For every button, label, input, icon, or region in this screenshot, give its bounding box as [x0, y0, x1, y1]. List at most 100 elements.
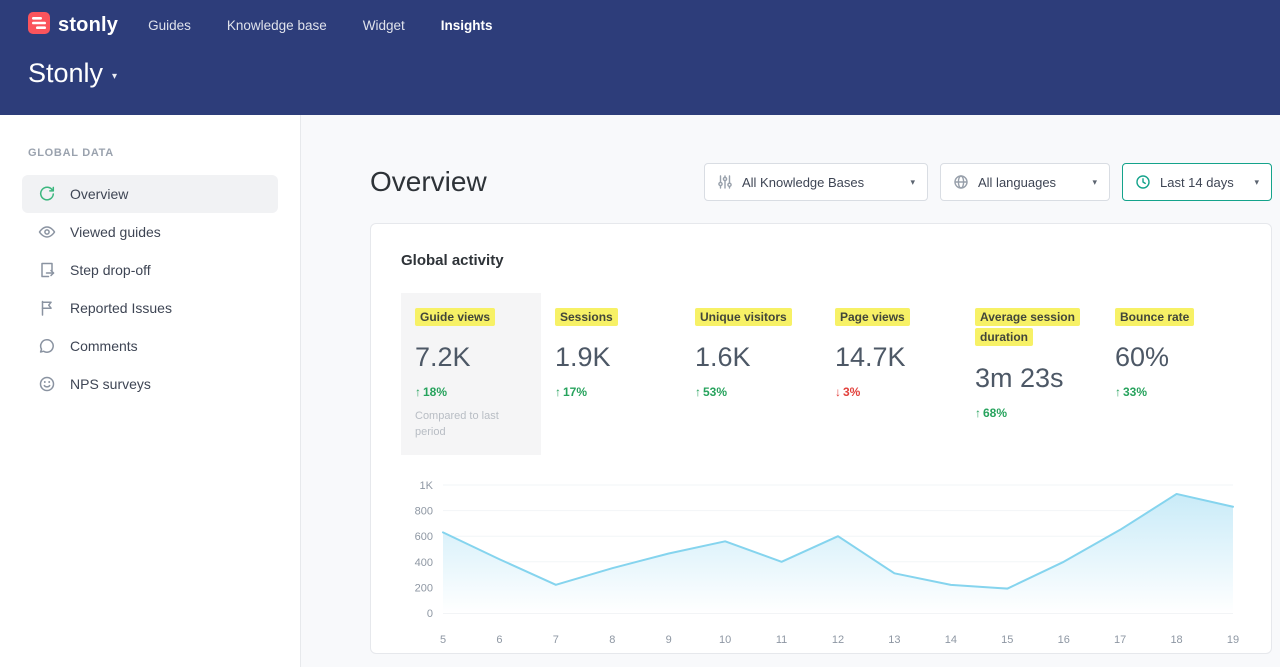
sliders-icon — [717, 174, 733, 190]
caret-down-icon: ▾ — [1092, 177, 1097, 188]
sidebar-section-label: GLOBAL DATA — [28, 147, 272, 159]
svg-text:17: 17 — [1114, 634, 1126, 646]
comment-icon — [38, 337, 56, 355]
trend-up-icon: ↑ — [975, 406, 981, 420]
svg-text:0: 0 — [427, 608, 433, 620]
svg-text:200: 200 — [415, 583, 433, 595]
sidebar-item-label: Comments — [70, 338, 138, 354]
nav-knowledge-base[interactable]: Knowledge base — [227, 18, 327, 33]
caret-down-icon: ▾ — [910, 177, 915, 188]
metric-change: ↑53% — [695, 385, 807, 399]
top-header: stonly Guides Knowledge base Widget Insi… — [0, 0, 1280, 115]
languages-dropdown-value: All languages — [978, 175, 1083, 190]
svg-text:5: 5 — [440, 634, 446, 646]
sidebar-item-nps-surveys[interactable]: NPS surveys — [22, 365, 278, 403]
svg-text:800: 800 — [415, 506, 433, 518]
activity-area-chart: 0 200 400 600 800 1K 5 6 7 8 9 10 11 12 13 14 15 16 17 18 19 — [401, 471, 1241, 661]
metric-sessions[interactable]: Sessions 1.9K ↑17% — [541, 293, 681, 455]
svg-text:16: 16 — [1058, 634, 1070, 646]
stonly-logo[interactable]: stonly — [28, 12, 118, 39]
nav-guides[interactable]: Guides — [148, 18, 191, 33]
sidebar-item-overview[interactable]: Overview — [22, 175, 278, 213]
sidebar-item-reported-issues[interactable]: Reported Issues — [22, 289, 278, 327]
metric-change: ↑33% — [1115, 385, 1227, 399]
metric-label: Bounce rate — [1115, 308, 1194, 326]
sidebar-item-comments[interactable]: Comments — [22, 327, 278, 365]
smiley-icon — [38, 375, 56, 393]
nav-insights[interactable]: Insights — [441, 18, 493, 33]
trend-up-icon: ↑ — [695, 385, 701, 399]
svg-text:8: 8 — [609, 634, 615, 646]
svg-text:14: 14 — [945, 634, 957, 646]
metric-value: 1.6K — [695, 342, 807, 373]
metric-value: 7.2K — [415, 342, 527, 373]
metric-bounce-rate[interactable]: Bounce rate 60% ↑33% — [1101, 293, 1241, 455]
svg-text:9: 9 — [666, 634, 672, 646]
metric-unique-visitors[interactable]: Unique visitors 1.6K ↑53% — [681, 293, 821, 455]
svg-text:6: 6 — [496, 634, 502, 646]
sidebar: GLOBAL DATA Overview Viewed guides — [0, 115, 301, 667]
metric-label: Unique visitors — [695, 308, 792, 326]
trend-up-icon: ↑ — [1115, 385, 1121, 399]
metric-label: Average session duration — [975, 308, 1080, 346]
trend-up-icon: ↑ — [555, 385, 561, 399]
svg-text:13: 13 — [888, 634, 900, 646]
svg-text:400: 400 — [415, 557, 433, 569]
sidebar-item-label: NPS surveys — [70, 376, 151, 392]
svg-text:11: 11 — [776, 634, 787, 646]
knowledge-bases-dropdown[interactable]: All Knowledge Bases ▾ — [704, 163, 928, 201]
metric-label: Guide views — [415, 308, 495, 326]
sidebar-item-viewed-guides[interactable]: Viewed guides — [22, 213, 278, 251]
knowledge-bases-dropdown-value: All Knowledge Bases — [742, 175, 901, 190]
metrics-row: Guide views 7.2K ↑18% Compared to last p… — [401, 293, 1241, 455]
main-content: Overview All Knowledge Bases ▾ — [301, 115, 1280, 667]
date-range-dropdown[interactable]: Last 14 days ▾ — [1122, 163, 1272, 201]
svg-text:12: 12 — [832, 634, 844, 646]
caret-down-icon: ▾ — [1254, 177, 1259, 188]
workspace-title: Stonly — [28, 58, 103, 89]
metric-change: ↓3% — [835, 385, 947, 399]
clock-icon — [1135, 174, 1151, 190]
sidebar-item-label: Reported Issues — [70, 300, 172, 316]
metric-page-views[interactable]: Page views 14.7K ↓3% — [821, 293, 961, 455]
svg-text:19: 19 — [1227, 634, 1239, 646]
sidebar-item-label: Step drop-off — [70, 262, 151, 278]
step-dropoff-icon — [38, 261, 56, 279]
metric-value: 1.9K — [555, 342, 667, 373]
nav-widget[interactable]: Widget — [363, 18, 405, 33]
globe-icon — [953, 174, 969, 190]
sidebar-item-label: Viewed guides — [70, 224, 161, 240]
logo-text: stonly — [58, 14, 118, 37]
card-title: Global activity — [401, 252, 1241, 269]
sidebar-item-step-drop-off[interactable]: Step drop-off — [22, 251, 278, 289]
svg-text:10: 10 — [719, 634, 731, 646]
activity-chart-container: 0 200 400 600 800 1K 5 6 7 8 9 10 11 12 13 14 15 16 17 18 19 — [401, 471, 1241, 666]
page-title: Overview — [370, 166, 487, 198]
metric-change: ↑18% — [415, 385, 527, 399]
workspace-caret-down-icon[interactable]: ▾ — [112, 65, 117, 82]
eye-icon — [38, 223, 56, 241]
metric-value: 60% — [1115, 342, 1227, 373]
overview-sync-icon — [38, 185, 56, 203]
metric-value: 14.7K — [835, 342, 947, 373]
metric-change: ↑17% — [555, 385, 667, 399]
svg-text:18: 18 — [1170, 634, 1182, 646]
metric-guide-views[interactable]: Guide views 7.2K ↑18% Compared to last p… — [401, 293, 541, 455]
trend-down-icon: ↓ — [835, 385, 841, 399]
filters-bar: All Knowledge Bases ▾ All languages ▾ — [704, 163, 1272, 201]
date-range-dropdown-value: Last 14 days — [1160, 175, 1245, 190]
trend-up-icon: ↑ — [415, 385, 421, 399]
languages-dropdown[interactable]: All languages ▾ — [940, 163, 1110, 201]
top-nav: Guides Knowledge base Widget Insights — [148, 18, 492, 33]
stonly-logo-icon — [28, 12, 50, 39]
svg-text:1K: 1K — [420, 480, 434, 492]
svg-text:15: 15 — [1001, 634, 1013, 646]
metric-value: 3m 23s — [975, 363, 1087, 394]
svg-text:600: 600 — [415, 531, 433, 543]
metric-compare-note: Compared to last period — [415, 409, 527, 441]
svg-text:7: 7 — [553, 634, 559, 646]
global-activity-card: Global activity Guide views 7.2K ↑18% Co… — [370, 223, 1272, 654]
metric-label: Sessions — [555, 308, 618, 326]
flag-icon — [38, 299, 56, 317]
metric-average-session-duration[interactable]: Average session duration 3m 23s ↑68% — [961, 293, 1101, 455]
